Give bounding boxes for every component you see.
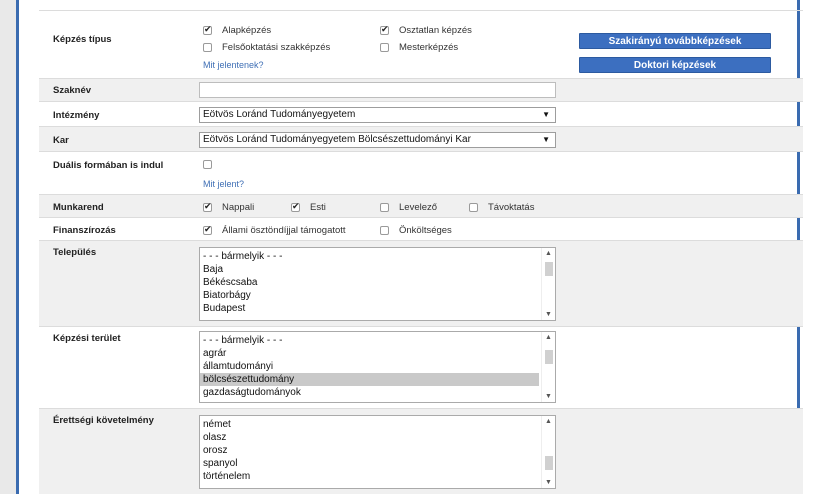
checkbox-osztatlan[interactable] — [380, 24, 389, 35]
row-kepzesi-terulet: Képzési terület - - - bármelyik - - - ag… — [39, 326, 803, 408]
listbox-kepzesi-terulet[interactable]: - - - bármelyik - - - agrár államtudomán… — [199, 331, 556, 403]
link-mit-jelent[interactable]: Mit jelent? — [203, 179, 244, 189]
row-kar: Kar Eötvös Loránd Tudományegyetem Bölcsé… — [39, 126, 803, 151]
label-telepules: Település — [53, 247, 97, 258]
opt-alapkepzes[interactable]: Alapképzés — [203, 24, 271, 36]
opt-tavoktatas[interactable]: Távoktatás — [469, 202, 534, 213]
opt-levelezo[interactable]: Levelező — [380, 202, 437, 213]
opt-allami-osztondij[interactable]: Állami ösztöndíjjal támogatott — [203, 224, 346, 236]
label-intezmeny: Intézmény — [53, 110, 100, 121]
listbox-telepules-items: - - - bármelyik - - - Baja Békéscsaba Bi… — [200, 250, 539, 315]
checkbox-esti[interactable] — [291, 201, 300, 212]
row-finanszirozas: Finanszírozás Állami ösztöndíjjal támoga… — [39, 217, 803, 240]
row-intezmeny: Intézmény Eötvös Loránd Tudományegyetem … — [39, 101, 803, 126]
search-form-panel: Képzés típus Alapképzés Osztatlan képzés… — [16, 0, 803, 494]
list-item[interactable]: gazdaságtudományok — [200, 386, 539, 399]
select-kar-value: Eötvös Loránd Tudományegyetem Bölcsészet… — [203, 134, 471, 145]
listbox-telepules[interactable]: - - - bármelyik - - - Baja Békéscsaba Bi… — [199, 247, 556, 321]
scrollbar-thumb[interactable] — [545, 456, 553, 470]
link-mit-jelentenek[interactable]: Mit jelentenek? — [203, 60, 264, 70]
select-intezmeny-value: Eötvös Loránd Tudományegyetem — [203, 109, 356, 120]
scroll-up-icon[interactable]: ▲ — [545, 334, 552, 341]
dropdown-arrow-icon: ▼ — [542, 135, 550, 144]
scrollbar[interactable]: ▲ ▼ — [541, 416, 555, 488]
checkbox-nappali[interactable] — [203, 201, 212, 212]
opt-dualis[interactable] — [203, 160, 222, 169]
row-dualis: Duális formában is indul Mit jelent? — [39, 151, 803, 194]
checkbox-onkoltseges[interactable] — [380, 226, 389, 235]
select-intezmeny[interactable]: Eötvös Loránd Tudományegyetem ▼ — [199, 107, 556, 123]
button-doktori-kepzesek[interactable]: Doktori képzések — [579, 57, 771, 73]
label-kar: Kar — [53, 135, 69, 146]
list-item[interactable]: államtudományi — [200, 360, 539, 373]
right-gutter — [800, 0, 835, 494]
scrollbar[interactable]: ▲ ▼ — [541, 248, 555, 320]
opt-nappali[interactable]: Nappali — [203, 201, 254, 213]
checkbox-dualis[interactable] — [203, 160, 212, 169]
scroll-up-icon[interactable]: ▲ — [545, 418, 552, 425]
list-item[interactable]: agrár — [200, 347, 539, 360]
list-item[interactable]: Biatorbágy — [200, 289, 539, 302]
opt-felsooktatasi-szakkepzes[interactable]: Felsőoktatási szakképzés — [203, 42, 330, 53]
list-item[interactable]: orosz — [200, 444, 539, 457]
row-telepules: Település - - - bármelyik - - - Baja Bék… — [39, 240, 803, 326]
scrollbar[interactable]: ▲ ▼ — [541, 332, 555, 402]
checkbox-tavoktatas[interactable] — [469, 203, 478, 212]
label-munkarend: Munkarend — [53, 202, 104, 213]
label-szaknev: Szaknév — [53, 85, 92, 96]
list-item[interactable]: német — [200, 418, 539, 431]
scrollbar-thumb[interactable] — [545, 262, 553, 276]
scroll-down-icon[interactable]: ▼ — [545, 311, 552, 318]
list-item[interactable]: Budapest — [200, 302, 539, 315]
checkbox-levelezo[interactable] — [380, 203, 389, 212]
list-item[interactable]: spanyol — [200, 457, 539, 470]
listbox-kepzesi-terulet-items: - - - bármelyik - - - agrár államtudomán… — [200, 334, 539, 399]
opt-mesterkepzes[interactable]: Mesterképzés — [380, 42, 458, 53]
label-kepzesi-terulet: Képzési terület — [53, 333, 121, 344]
row-erettsegi: Érettségi követelmény német olasz orosz … — [39, 408, 803, 494]
scroll-down-icon[interactable]: ▼ — [545, 393, 552, 400]
list-item[interactable]: - - - bármelyik - - - — [200, 334, 539, 347]
scroll-down-icon[interactable]: ▼ — [545, 479, 552, 486]
opt-esti[interactable]: Esti — [291, 201, 326, 213]
button-szakiranyu-tovabbkepzesek[interactable]: Szakirányú továbbképzések — [579, 33, 771, 49]
listbox-erettsegi[interactable]: német olasz orosz spanyol történelem ▲ ▼ — [199, 415, 556, 489]
label-finanszirozas: Finanszírozás — [53, 225, 116, 236]
label-erettsegi: Érettségi követelmény — [53, 415, 154, 426]
input-szaknev[interactable] — [199, 82, 556, 98]
listbox-erettsegi-items: német olasz orosz spanyol történelem — [200, 418, 539, 483]
checkbox-allami-osztondij[interactable] — [203, 224, 212, 235]
list-item[interactable]: Baja — [200, 263, 539, 276]
left-gutter — [0, 0, 16, 494]
opt-osztatlan[interactable]: Osztatlan képzés — [380, 24, 472, 36]
label-kepzes-tipus: Képzés típus — [53, 34, 112, 45]
checkbox-mesterkepzes[interactable] — [380, 43, 389, 52]
row-szaknev: Szaknév — [39, 78, 803, 101]
list-item[interactable]: - - - bármelyik - - - — [200, 250, 539, 263]
row-kepzes-tipus: Képzés típus Alapképzés Osztatlan képzés… — [39, 10, 803, 78]
list-item-selected[interactable]: bölcsészettudomány — [200, 373, 539, 386]
select-kar[interactable]: Eötvös Loránd Tudományegyetem Bölcsészet… — [199, 132, 556, 148]
list-item[interactable]: történelem — [200, 470, 539, 483]
checkbox-felsooktatasi-szakkepzes[interactable] — [203, 43, 212, 52]
scrollbar-thumb[interactable] — [545, 350, 553, 364]
scroll-up-icon[interactable]: ▲ — [545, 250, 552, 257]
checkbox-alapkepzes[interactable] — [203, 24, 212, 35]
row-munkarend: Munkarend Nappali Esti Levelező Távoktat… — [39, 194, 803, 217]
opt-onkoltseges[interactable]: Önköltséges — [380, 225, 452, 236]
label-dualis: Duális formában is indul — [53, 160, 164, 171]
list-item[interactable]: Békéscsaba — [200, 276, 539, 289]
list-item[interactable]: olasz — [200, 431, 539, 444]
dropdown-arrow-icon: ▼ — [542, 110, 550, 119]
